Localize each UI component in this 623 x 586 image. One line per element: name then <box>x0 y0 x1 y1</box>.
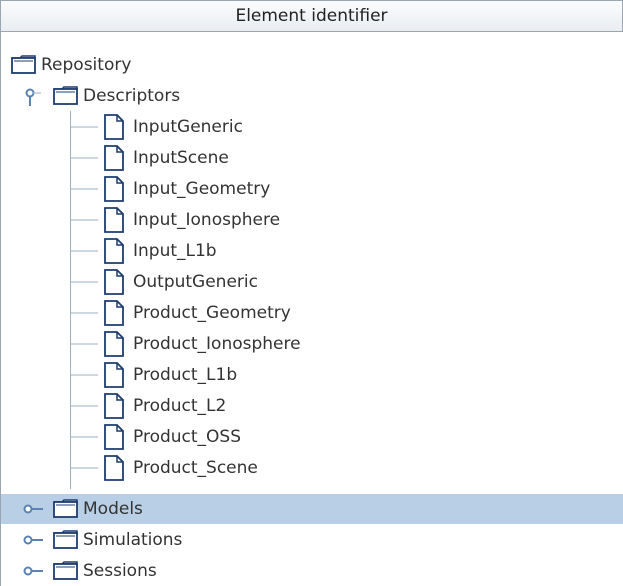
tree-leaf-descriptor[interactable]: Product_Scene <box>1 453 623 483</box>
tree-connector-icon <box>70 405 98 407</box>
tree-connector-icon <box>70 126 98 128</box>
tree-node-label: Repository <box>41 55 132 75</box>
tree-connector-icon <box>70 281 98 283</box>
tree-connector-icon <box>70 250 98 252</box>
column-header-element-identifier[interactable]: Element identifier <box>0 0 623 32</box>
document-icon <box>104 238 124 264</box>
tree-leaf-label: Input_Ionosphere <box>133 210 281 230</box>
tree-connector-icon <box>70 188 98 190</box>
document-icon <box>104 424 124 450</box>
tree-connector-icon <box>70 374 98 376</box>
tree-leaf-label: Product_Geometry <box>133 303 291 323</box>
tree-connector-icon <box>70 312 98 314</box>
folder-icon <box>11 55 36 74</box>
column-header-label: Element identifier <box>235 6 388 26</box>
folder-icon <box>53 86 78 105</box>
folder-icon <box>53 561 78 580</box>
tree-leaf-descriptor[interactable]: Product_L2 <box>1 391 623 421</box>
tree-leaf-label: InputGeneric <box>133 117 243 137</box>
tree-node-repository[interactable]: Repository <box>1 50 623 80</box>
tree-leaf-label: Product_OSS <box>133 427 242 447</box>
tree-leaf-label: Input_L1b <box>133 241 217 261</box>
tree-node-simulations[interactable]: Simulations <box>1 525 623 555</box>
tree-leaf-label: Input_Geometry <box>133 179 271 199</box>
tree-leaf-descriptor[interactable]: Product_Ionosphere <box>1 329 623 359</box>
document-icon <box>104 145 124 171</box>
tree-leaf-descriptor[interactable]: InputScene <box>1 143 623 173</box>
tree-node-label: Sessions <box>83 561 157 581</box>
tree-connector-icon <box>70 467 98 469</box>
tree-leaf-descriptor[interactable]: InputGeneric <box>1 112 623 142</box>
collapsed-handle-icon[interactable] <box>23 562 43 580</box>
tree-leaf-descriptor[interactable]: Product_OSS <box>1 422 623 452</box>
document-icon <box>104 362 124 388</box>
document-icon <box>104 393 124 419</box>
document-icon <box>104 455 124 481</box>
tree-leaf-descriptor[interactable]: OutputGeneric <box>1 267 623 297</box>
tree-node-models[interactable]: Models <box>1 494 623 524</box>
document-icon <box>104 269 124 295</box>
tree-node-label: Simulations <box>83 530 183 550</box>
tree-leaf-label: Product_Ionosphere <box>133 334 301 354</box>
folder-icon <box>53 530 78 549</box>
tree-leaf-label: Product_Scene <box>133 458 258 478</box>
document-icon <box>104 331 124 357</box>
document-icon <box>104 114 124 140</box>
collapsed-handle-icon[interactable] <box>23 500 43 518</box>
document-icon <box>104 300 124 326</box>
repository-tree[interactable]: Repository Descriptors InputGeneric Inpu… <box>0 32 623 586</box>
tree-leaf-descriptor[interactable]: Product_Geometry <box>1 298 623 328</box>
tree-leaf-label: Product_L1b <box>133 365 238 385</box>
document-icon <box>104 176 124 202</box>
tree-node-descriptors[interactable]: Descriptors <box>1 81 623 111</box>
folder-icon <box>53 499 78 518</box>
tree-leaf-label: Product_L2 <box>133 396 227 416</box>
tree-connector-icon <box>70 219 98 221</box>
tree-leaf-label: OutputGeneric <box>133 272 258 292</box>
expanded-handle-icon[interactable] <box>23 88 41 106</box>
document-icon <box>104 207 124 233</box>
tree-connector-icon <box>70 436 98 438</box>
tree-leaf-descriptor[interactable]: Product_L1b <box>1 360 623 390</box>
tree-leaf-label: InputScene <box>133 148 229 168</box>
tree-node-label: Models <box>83 499 143 519</box>
tree-connector-icon <box>70 343 98 345</box>
tree-connector-icon <box>70 157 98 159</box>
tree-leaf-descriptor[interactable]: Input_Ionosphere <box>1 205 623 235</box>
tree-leaf-descriptor[interactable]: Input_L1b <box>1 236 623 266</box>
tree-leaf-descriptor[interactable]: Input_Geometry <box>1 174 623 204</box>
tree-node-label: Descriptors <box>83 86 181 106</box>
tree-node-sessions[interactable]: Sessions <box>1 556 623 586</box>
collapsed-handle-icon[interactable] <box>23 531 43 549</box>
